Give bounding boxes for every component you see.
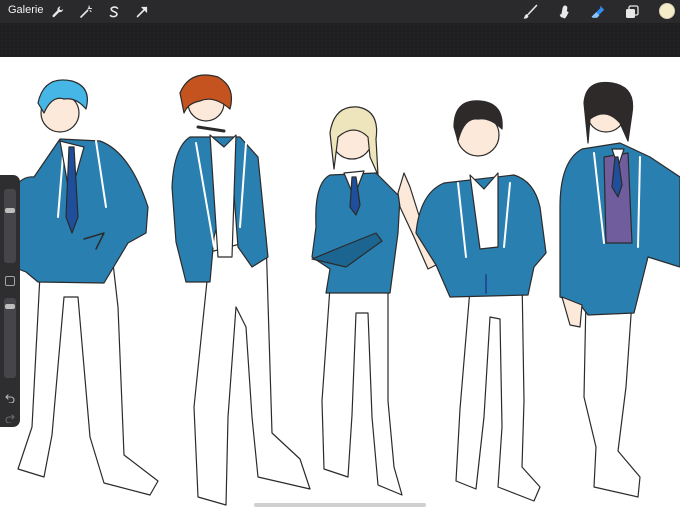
top-toolbar: Galerie — [0, 0, 680, 23]
smudge-icon — [559, 5, 569, 19]
brush-opacity-knob[interactable] — [5, 304, 15, 309]
brush-size-slider[interactable] — [4, 189, 16, 263]
eraser-button[interactable] — [587, 1, 609, 23]
brush-button[interactable] — [519, 1, 541, 23]
menu-bar-area — [0, 23, 680, 57]
magic-wand-icon — [80, 5, 92, 18]
layers-button[interactable] — [621, 1, 643, 23]
side-panel — [0, 175, 20, 427]
figure-5 — [559, 81, 680, 498]
redo-button[interactable] — [3, 411, 17, 425]
redo-icon — [5, 414, 15, 423]
home-indicator — [254, 503, 426, 507]
figure-1 — [0, 79, 159, 496]
color-picker-button[interactable] — [659, 3, 675, 19]
brush-icon — [523, 4, 538, 19]
drawing-canvas[interactable] — [0, 57, 680, 510]
layers-icon — [626, 5, 639, 18]
modify-button[interactable] — [5, 276, 15, 286]
undo-button[interactable] — [3, 391, 17, 405]
gallery-button[interactable]: Galerie — [8, 4, 43, 16]
actions-button[interactable] — [48, 2, 68, 22]
transform-arrow-icon — [136, 6, 148, 18]
brush-size-knob[interactable] — [5, 208, 15, 213]
wrench-icon — [52, 6, 64, 18]
eraser-icon — [591, 5, 605, 18]
figure-3 — [311, 106, 437, 496]
selection-s-icon — [109, 6, 119, 18]
figure-4 — [415, 100, 547, 502]
figure-2 — [171, 74, 311, 506]
smudge-button[interactable] — [553, 1, 575, 23]
brush-opacity-slider[interactable] — [4, 298, 16, 378]
character-lineup-artwork — [0, 74, 680, 506]
adjustments-button[interactable] — [76, 2, 96, 22]
transform-button[interactable] — [132, 2, 152, 22]
selection-button[interactable] — [104, 2, 124, 22]
undo-icon — [5, 394, 15, 403]
